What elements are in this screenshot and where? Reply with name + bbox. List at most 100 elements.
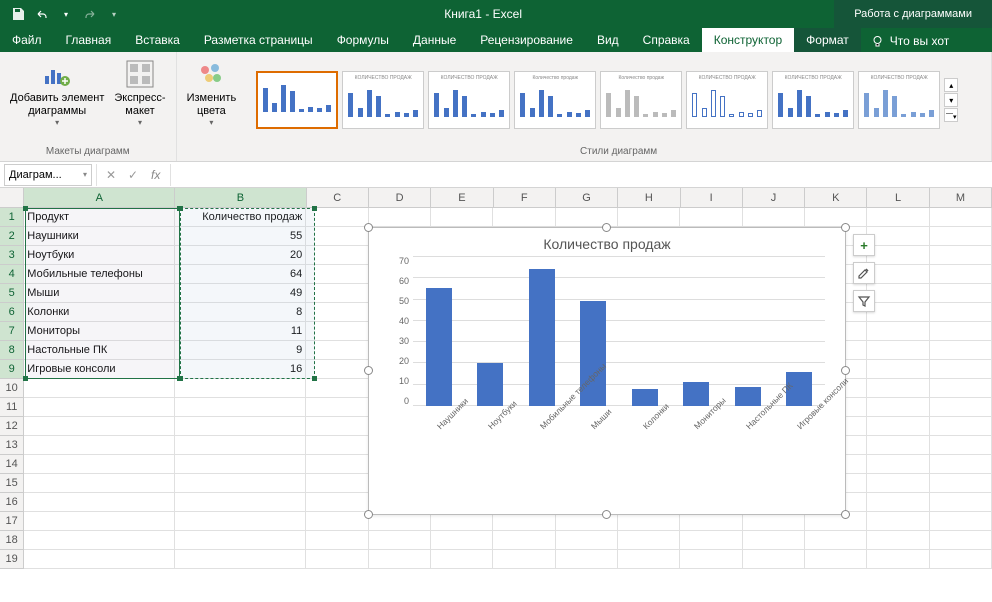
row-header[interactable]: 1 — [0, 208, 24, 227]
cell[interactable] — [867, 512, 929, 531]
cell[interactable] — [175, 474, 306, 493]
cell[interactable] — [805, 208, 867, 227]
row-header[interactable]: 5 — [0, 284, 24, 303]
column-header[interactable]: B — [175, 188, 306, 208]
cell[interactable] — [930, 303, 992, 322]
cell[interactable] — [743, 550, 805, 569]
row-header[interactable]: 16 — [0, 493, 24, 512]
cell[interactable] — [175, 379, 306, 398]
cell[interactable] — [618, 208, 680, 227]
cell[interactable] — [930, 531, 992, 550]
cell[interactable] — [306, 284, 368, 303]
cell[interactable] — [618, 531, 680, 550]
cell[interactable] — [306, 512, 368, 531]
column-header[interactable]: E — [431, 188, 493, 208]
cell[interactable] — [24, 398, 175, 417]
cell[interactable] — [867, 531, 929, 550]
tab-formulas[interactable]: Формулы — [325, 28, 401, 52]
column-header[interactable]: A — [24, 188, 175, 208]
tab-file[interactable]: Файл — [0, 28, 54, 52]
fx-icon[interactable]: fx — [145, 168, 166, 182]
cell[interactable]: 20 — [175, 246, 306, 265]
cell[interactable] — [743, 208, 805, 227]
row-header[interactable]: 3 — [0, 246, 24, 265]
row-header[interactable]: 2 — [0, 227, 24, 246]
tab-review[interactable]: Рецензирование — [468, 28, 585, 52]
cell[interactable]: Мобильные телефоны — [24, 265, 175, 284]
redo-icon[interactable] — [80, 4, 100, 24]
cell[interactable] — [493, 208, 555, 227]
cell[interactable] — [680, 550, 742, 569]
cell[interactable] — [930, 436, 992, 455]
cell[interactable] — [369, 550, 431, 569]
column-header[interactable]: J — [743, 188, 805, 208]
cell[interactable] — [306, 436, 368, 455]
cell[interactable] — [175, 550, 306, 569]
cell[interactable] — [24, 493, 175, 512]
chart-bar[interactable] — [735, 387, 761, 406]
cell[interactable] — [369, 208, 431, 227]
cell[interactable] — [930, 265, 992, 284]
chart-styles-button[interactable] — [853, 262, 875, 284]
cell[interactable] — [930, 360, 992, 379]
cell[interactable]: Мыши — [24, 284, 175, 303]
row-header[interactable]: 7 — [0, 322, 24, 341]
cell[interactable] — [175, 455, 306, 474]
cell[interactable] — [431, 208, 493, 227]
styles-more-icon[interactable]: —▾ — [944, 108, 958, 122]
cell[interactable] — [175, 398, 306, 417]
cell[interactable] — [867, 208, 929, 227]
cell[interactable] — [306, 550, 368, 569]
cell[interactable] — [306, 246, 368, 265]
cell[interactable]: 11 — [175, 322, 306, 341]
chart-style-thumbnail[interactable]: КОЛИЧЕСТВО ПРОДАЖ — [342, 71, 424, 129]
save-icon[interactable] — [8, 4, 28, 24]
chart-style-thumbnail[interactable]: КОЛИЧЕСТВО ПРОДАЖ — [428, 71, 510, 129]
chart-style-thumbnail[interactable]: КОЛИЧЕСТВО ПРОДАЖ — [686, 71, 768, 129]
styles-scroll-up-icon[interactable]: ▴ — [944, 78, 958, 92]
cell[interactable] — [867, 417, 929, 436]
cell[interactable] — [867, 227, 929, 246]
cell[interactable] — [930, 246, 992, 265]
cell[interactable] — [743, 531, 805, 550]
cell[interactable] — [930, 550, 992, 569]
chart-title[interactable]: Количество продаж — [369, 228, 845, 256]
chart-bar[interactable] — [632, 389, 658, 406]
row-header[interactable]: 13 — [0, 436, 24, 455]
cell[interactable] — [930, 208, 992, 227]
tab-view[interactable]: Вид — [585, 28, 631, 52]
chart-style-thumbnail[interactable]: КОЛИЧЕСТВО ПРОДАЖ — [858, 71, 940, 129]
tab-home[interactable]: Главная — [54, 28, 124, 52]
cell[interactable] — [306, 322, 368, 341]
cell[interactable] — [175, 531, 306, 550]
chart-style-thumbnail[interactable] — [256, 71, 338, 129]
column-header[interactable]: C — [307, 188, 369, 208]
cell[interactable] — [867, 246, 929, 265]
cell[interactable] — [24, 379, 175, 398]
quick-layout-button[interactable]: Экспресс- макет ▾ — [110, 56, 169, 129]
chart-bar[interactable] — [529, 269, 555, 406]
cell[interactable] — [930, 322, 992, 341]
cell[interactable] — [306, 341, 368, 360]
cell[interactable] — [24, 512, 175, 531]
row-header[interactable]: 12 — [0, 417, 24, 436]
cell[interactable] — [867, 493, 929, 512]
cell[interactable] — [306, 265, 368, 284]
tab-chart-design[interactable]: Конструктор — [702, 28, 794, 52]
column-header[interactable]: M — [930, 188, 992, 208]
add-chart-element-button[interactable]: Добавить элемент диаграммы ▾ — [6, 56, 108, 129]
chart-bar[interactable] — [683, 382, 709, 406]
cell[interactable] — [930, 455, 992, 474]
cell[interactable] — [24, 455, 175, 474]
cell[interactable] — [680, 531, 742, 550]
cell[interactable] — [306, 303, 368, 322]
name-box[interactable]: Диаграм... ▾ — [4, 164, 92, 186]
cell[interactable] — [867, 303, 929, 322]
row-header[interactable]: 19 — [0, 550, 24, 569]
column-header[interactable]: K — [805, 188, 867, 208]
cell[interactable] — [306, 208, 368, 227]
cell[interactable] — [556, 208, 618, 227]
row-header[interactable]: 6 — [0, 303, 24, 322]
cell[interactable] — [930, 493, 992, 512]
cell[interactable]: 9 — [175, 341, 306, 360]
